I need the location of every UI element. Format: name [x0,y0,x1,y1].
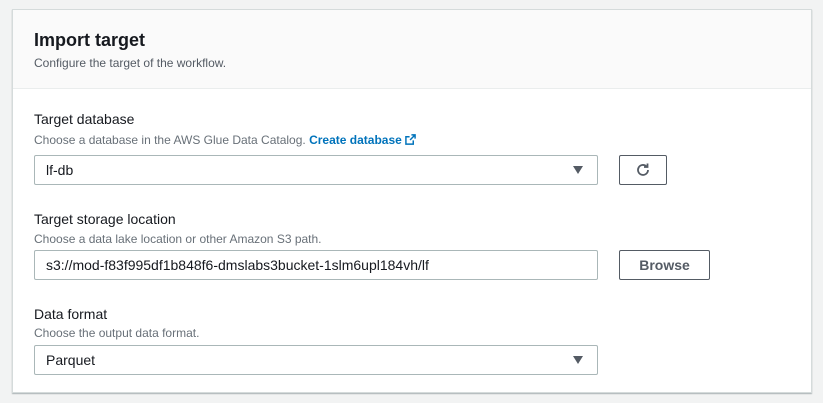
data-format-label: Data format [34,306,108,322]
external-link-icon[interactable] [404,134,416,148]
target-storage-value[interactable]: s3://mod-f83f995df1b848f6-dmslabs3bucket… [46,257,429,273]
target-database-select[interactable]: lf-db [34,155,598,185]
data-format-description: Choose the output data format. [34,326,200,340]
target-storage-input[interactable]: s3://mod-f83f995df1b848f6-dmslabs3bucket… [34,250,598,280]
target-storage-description: Choose a data lake location or other Ama… [34,232,322,246]
browse-button[interactable]: Browse [619,250,710,280]
data-format-selected: Parquet [46,352,96,368]
chevron-down-icon [573,356,583,364]
panel-description: Configure the target of the workflow. [34,56,227,70]
panel-header: Import target Configure the target of th… [13,10,811,89]
chevron-down-icon [573,166,583,174]
target-database-description: Choose a database in the AWS Glue Data C… [34,133,416,148]
target-database-description-text: Choose a database in the AWS Glue Data C… [34,133,306,147]
create-database-link-text[interactable]: Create database [309,133,402,147]
create-database-link[interactable]: Create database [309,133,416,147]
refresh-button[interactable] [619,155,667,185]
import-target-panel: Import target Configure the target of th… [12,9,812,393]
refresh-icon [637,163,649,176]
data-format-select[interactable]: Parquet [34,345,598,375]
panel-title: Import target [34,30,146,50]
target-database-selected: lf-db [46,162,74,178]
target-database-label: Target database [34,111,135,127]
target-storage-label: Target storage location [34,211,176,227]
